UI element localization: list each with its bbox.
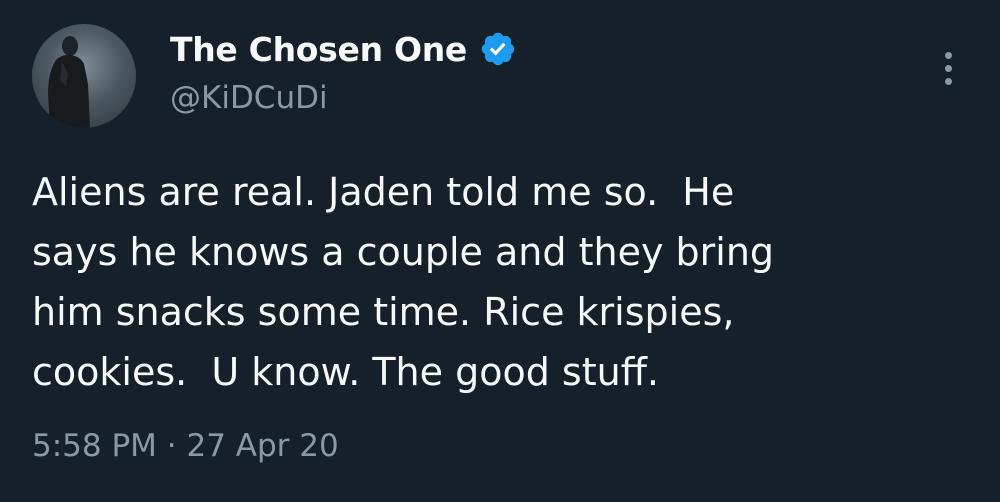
tweet-card: The Chosen One @KiDCuDi Aliens are real.… xyxy=(0,0,1000,502)
tweet-text-line: Aliens are real. Jaden told me so. He xyxy=(32,170,735,214)
author-display-name[interactable]: The Chosen One xyxy=(170,30,467,69)
tweet-text-line: says he knows a couple and they bring xyxy=(32,230,775,274)
tweet-text: Aliens are real. Jaden told me so. He sa… xyxy=(32,162,972,402)
author-handle[interactable]: @KiDCuDi xyxy=(170,80,328,116)
more-options-icon[interactable] xyxy=(930,50,966,90)
author-name-row: The Chosen One xyxy=(170,24,517,74)
tweet-text-line: him snacks some time. Rice krispies, xyxy=(32,290,735,334)
tweet-timestamp[interactable]: 5:58 PM · 27 Apr 20 xyxy=(32,428,339,464)
avatar-person-icon xyxy=(48,36,90,128)
verified-badge-icon xyxy=(479,30,517,68)
tweet-text-line: cookies. U know. The good stuff. xyxy=(32,350,659,394)
avatar[interactable] xyxy=(32,24,136,128)
